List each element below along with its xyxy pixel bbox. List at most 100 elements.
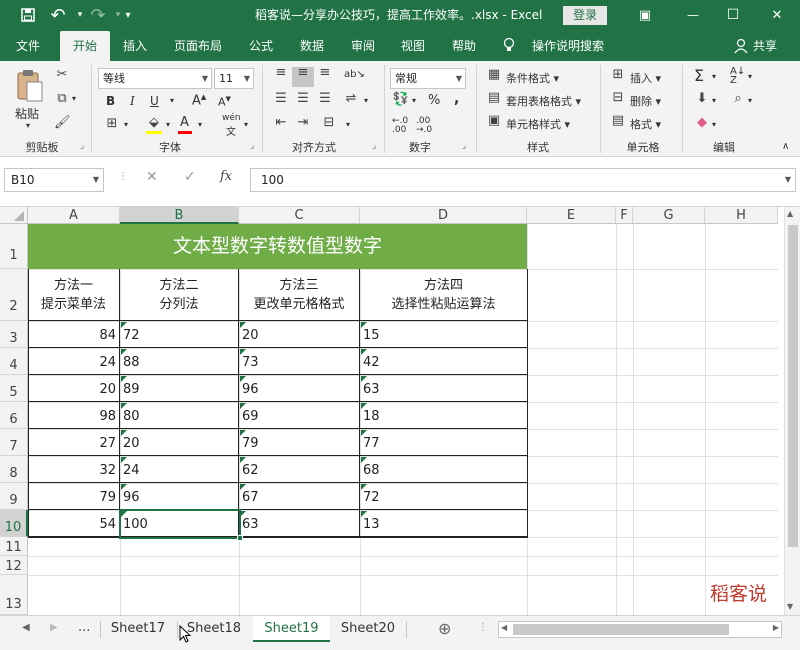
scroll-up-icon[interactable]: ▲ xyxy=(787,209,793,218)
decrease-indent-icon[interactable]: ⇤ xyxy=(272,115,290,130)
format-cells-icon[interactable]: ▤ xyxy=(610,113,626,128)
accounting-format-icon[interactable]: 💱 xyxy=(392,92,410,107)
decrease-decimal-icon[interactable]: .00 →.0 xyxy=(416,117,432,135)
row-header[interactable]: 10 xyxy=(0,510,28,537)
accounting-dropdown-icon[interactable]: ▾ xyxy=(412,96,416,105)
tab-page-layout[interactable]: 页面布局 xyxy=(166,31,230,61)
column-header-f[interactable]: F xyxy=(616,207,633,224)
share-icon[interactable] xyxy=(734,38,748,57)
sheet-tab-20[interactable]: Sheet20 xyxy=(332,616,404,642)
horizontal-scroll-thumb[interactable] xyxy=(513,624,729,635)
data-cell[interactable]: 79 xyxy=(28,483,120,510)
align-middle-icon[interactable]: ≡ xyxy=(294,65,312,80)
format-painter-icon[interactable]: 🖌 xyxy=(54,115,71,130)
row-header[interactable]: 8 xyxy=(0,456,28,483)
close-icon[interactable]: ✕ xyxy=(763,0,791,31)
paste-icon[interactable] xyxy=(14,69,44,106)
data-cell[interactable]: 72 xyxy=(120,321,239,348)
borders-icon[interactable]: ⊞ xyxy=(104,116,120,131)
wrap-dropdown-icon[interactable]: ▾ xyxy=(364,96,368,105)
format-as-table-icon[interactable]: ▤ xyxy=(486,90,502,105)
data-cell[interactable]: 42 xyxy=(360,348,527,375)
fill-color-icon[interactable]: ⬙ xyxy=(146,115,162,130)
increase-indent-icon[interactable]: ⇥ xyxy=(294,115,312,130)
bold-button[interactable]: B xyxy=(106,94,115,108)
orientation-icon[interactable]: ab↘ xyxy=(344,69,365,80)
delete-cells-button[interactable]: 删除 ▾ xyxy=(630,93,661,109)
column-header-d[interactable]: D xyxy=(360,207,527,224)
tab-formulas[interactable]: 公式 xyxy=(240,31,282,61)
row-header[interactable]: 9 xyxy=(0,483,28,510)
data-cell[interactable]: 84 xyxy=(28,321,120,348)
align-right-icon[interactable]: ☰ xyxy=(316,91,334,106)
tab-home[interactable]: 开始 xyxy=(60,31,110,61)
prev-sheet-icon[interactable]: ◀ xyxy=(22,622,30,633)
font-color-icon[interactable]: A xyxy=(180,115,189,130)
number-format-select[interactable]: 常规 ▼ xyxy=(390,68,466,89)
borders-dropdown-icon[interactable]: ▾ xyxy=(124,120,128,129)
maximize-icon[interactable]: ☐ xyxy=(719,0,747,31)
data-cell[interactable]: 77 xyxy=(360,429,527,456)
find-dropdown-icon[interactable]: ▾ xyxy=(748,96,752,105)
merge-center-icon[interactable]: ⊟ xyxy=(320,115,338,130)
select-all-corner[interactable] xyxy=(0,207,28,224)
font-color-dropdown-icon[interactable]: ▾ xyxy=(198,120,202,129)
data-cell[interactable]: 68 xyxy=(360,456,527,483)
data-cell[interactable]: 88 xyxy=(120,348,239,375)
sheet-title-cell[interactable]: 文本型数字转数值型数字 xyxy=(28,224,527,269)
login-button[interactable]: 登录 xyxy=(563,6,607,25)
vertical-scrollbar[interactable]: ▲ ▼ xyxy=(784,207,800,615)
data-cell[interactable]: 54 xyxy=(28,510,120,537)
insert-cells-icon[interactable]: ⊞ xyxy=(610,67,626,82)
percent-style-button[interactable]: % xyxy=(428,93,440,108)
italic-button[interactable]: I xyxy=(130,94,135,108)
data-cell[interactable]: 24 xyxy=(28,348,120,375)
align-left-icon[interactable]: ☰ xyxy=(272,91,290,106)
name-box-dropdown-icon[interactable]: ▼ xyxy=(93,169,99,191)
cell-styles-button[interactable]: 单元格样式 ▾ xyxy=(506,116,570,132)
phonetic-guide-button[interactable]: wén xyxy=(222,113,241,123)
conditional-format-icon[interactable]: ▦ xyxy=(486,67,502,82)
share-button[interactable]: 共享 xyxy=(753,31,777,61)
tab-file[interactable]: 文件 xyxy=(6,31,50,61)
data-cell[interactable]: 13 xyxy=(360,510,527,537)
row-header[interactable]: 1 xyxy=(0,224,28,269)
tab-help[interactable]: 帮助 xyxy=(443,31,485,61)
autosum-dropdown-icon[interactable]: ▾ xyxy=(712,72,716,81)
delete-cells-icon[interactable]: ⊟ xyxy=(610,90,626,105)
minimize-icon[interactable]: — xyxy=(679,0,707,31)
insert-cells-button[interactable]: 插入 ▾ xyxy=(630,70,661,86)
increase-decimal-icon[interactable]: ←.0.00 xyxy=(392,117,408,135)
cell-styles-icon[interactable]: ▣ xyxy=(486,113,502,128)
clear-dropdown-icon[interactable]: ▾ xyxy=(712,120,716,129)
fill-icon[interactable]: ⬇ xyxy=(694,91,710,106)
fill-dropdown-icon[interactable]: ▾ xyxy=(712,96,716,105)
format-as-table-button[interactable]: 套用表格格式 ▾ xyxy=(506,93,581,109)
expand-formula-bar-icon[interactable]: ▼ xyxy=(785,169,791,191)
header-cell-method3[interactable]: 方法三 更改单元格格式 xyxy=(239,269,360,321)
merge-dropdown-icon[interactable]: ▾ xyxy=(346,120,350,129)
collapse-ribbon-icon[interactable]: ∧ xyxy=(782,141,789,152)
autosum-icon[interactable]: Σ xyxy=(694,66,704,85)
save-icon[interactable] xyxy=(14,0,42,31)
tab-split-grip[interactable]: ⋮ xyxy=(478,622,488,633)
underline-button[interactable]: U xyxy=(150,94,159,108)
data-cell[interactable]: 72 xyxy=(360,483,527,510)
scroll-right-icon[interactable]: ▶ xyxy=(773,623,779,632)
data-cell[interactable]: 20 xyxy=(239,321,360,348)
data-cell[interactable]: 69 xyxy=(239,402,360,429)
add-sheet-icon[interactable]: ⊕ xyxy=(438,619,451,638)
data-cell[interactable]: 80 xyxy=(120,402,239,429)
paste-dropdown-icon[interactable]: ▾ xyxy=(26,121,30,130)
header-cell-method2[interactable]: 方法二 分列法 xyxy=(120,269,239,321)
customize-toolbar-icon[interactable]: ▾ xyxy=(114,0,142,31)
row-header[interactable]: 11 xyxy=(0,537,28,556)
next-sheet-icon[interactable]: ▶ xyxy=(50,622,58,633)
sort-filter-icon[interactable]: A↓ Z xyxy=(730,67,745,86)
data-cell[interactable]: 32 xyxy=(28,456,120,483)
row-header[interactable]: 6 xyxy=(0,402,28,429)
scroll-down-icon[interactable]: ▼ xyxy=(787,602,793,611)
data-cell[interactable]: 62 xyxy=(239,456,360,483)
column-header-c[interactable]: C xyxy=(239,207,360,224)
cut-icon[interactable]: ✂ xyxy=(54,67,70,82)
